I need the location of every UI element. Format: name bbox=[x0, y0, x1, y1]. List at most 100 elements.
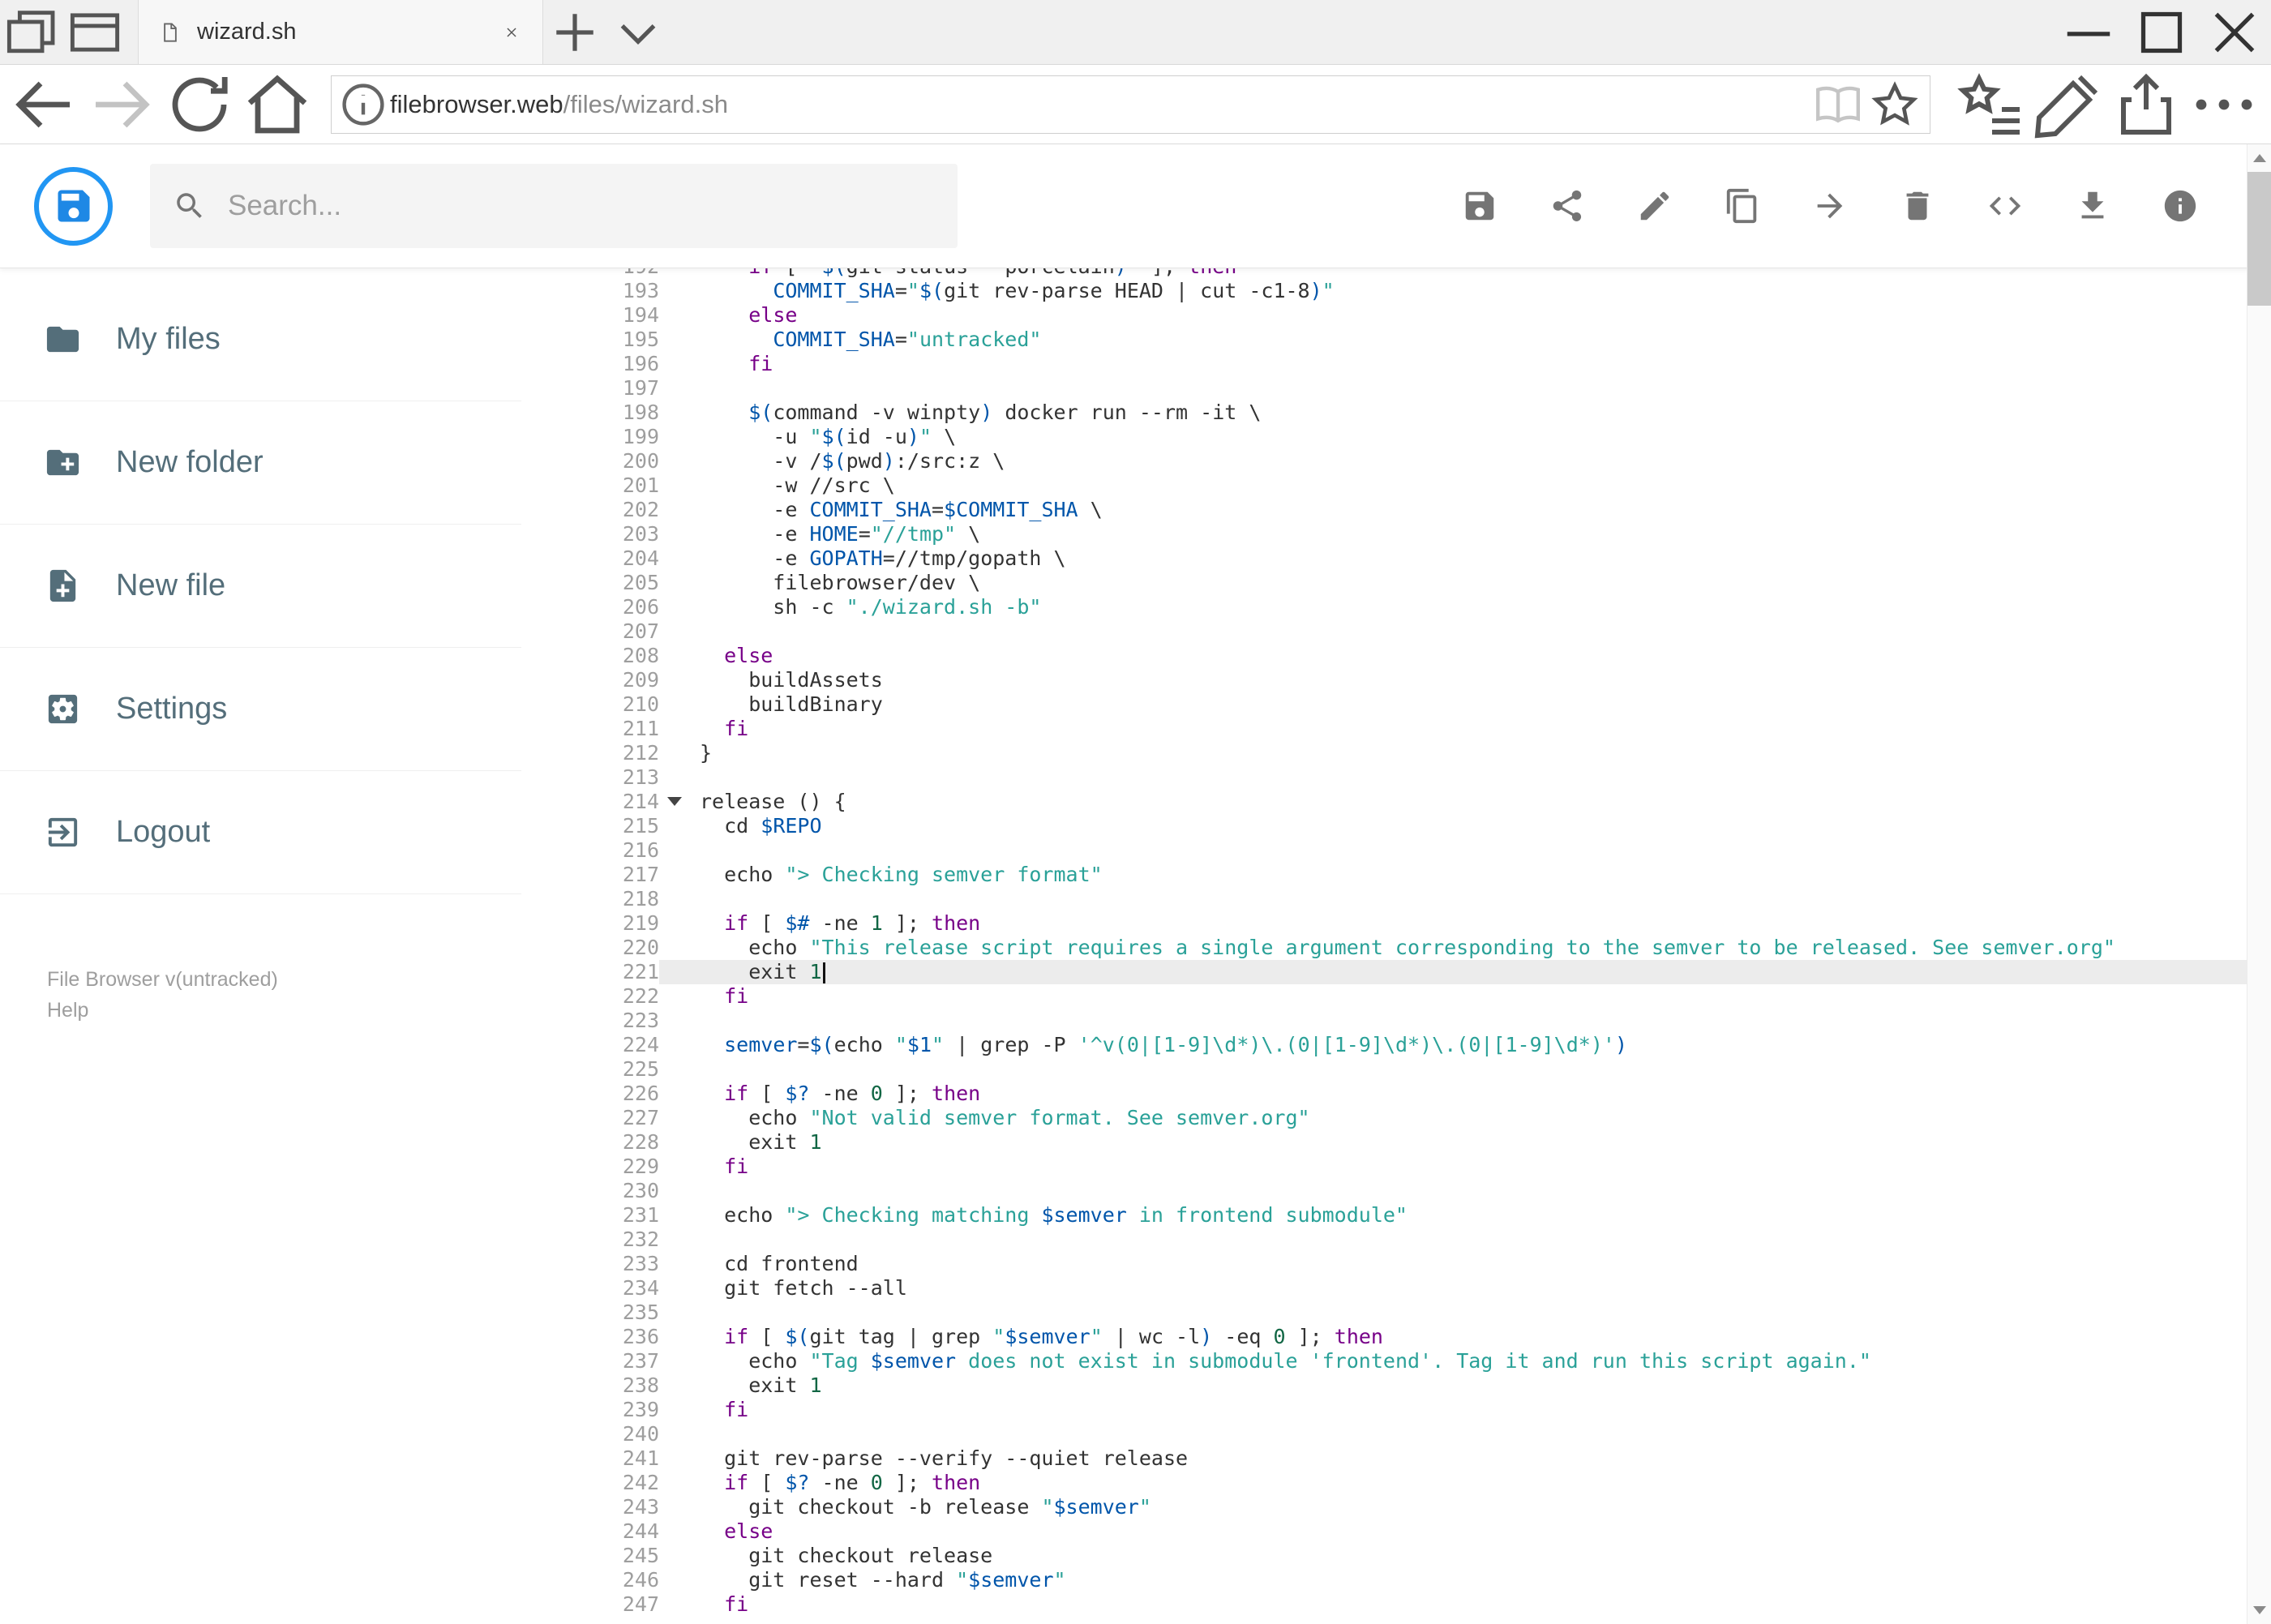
sidebar-item-logout[interactable]: Logout bbox=[0, 771, 521, 894]
code-line[interactable]: 202 -e COMMIT_SHA=$COMMIT_SHA \ bbox=[521, 498, 2271, 522]
scroll-up-arrow-icon[interactable] bbox=[2247, 144, 2271, 172]
code-line[interactable]: 208 else bbox=[521, 644, 2271, 668]
edit-button[interactable] bbox=[1635, 186, 1674, 225]
code-line[interactable]: 224 semver=$(echo "$1" | grep -P '^v(0|[… bbox=[521, 1033, 2271, 1057]
code-line[interactable]: 220 echo "This release script requires a… bbox=[521, 936, 2271, 960]
code-line[interactable]: 247 fi bbox=[521, 1592, 2271, 1617]
home-button[interactable] bbox=[238, 66, 316, 144]
new-tab-button[interactable] bbox=[543, 0, 606, 64]
code-line[interactable]: 192 if [ "$(git status --porcelain)" ]; … bbox=[521, 268, 2271, 279]
code-line[interactable]: 239 fi bbox=[521, 1398, 2271, 1422]
code-line[interactable]: 194 else bbox=[521, 303, 2271, 328]
search-box[interactable] bbox=[150, 164, 958, 248]
code-line[interactable]: 222 fi bbox=[521, 984, 2271, 1009]
copy-button[interactable] bbox=[1723, 186, 1762, 225]
code-line[interactable]: 193 COMMIT_SHA="$(git rev-parse HEAD | c… bbox=[521, 279, 2271, 303]
tab-close-button[interactable] bbox=[494, 15, 529, 50]
page-scrollbar[interactable] bbox=[2247, 144, 2271, 1624]
code-line[interactable]: 211 fi bbox=[521, 717, 2271, 741]
save-button[interactable] bbox=[1460, 186, 1499, 225]
code-line[interactable]: 207 bbox=[521, 619, 2271, 644]
code-line[interactable]: 203 -e HOME="//tmp" \ bbox=[521, 522, 2271, 546]
maximize-button[interactable] bbox=[2125, 0, 2198, 64]
site-info-icon[interactable] bbox=[336, 78, 390, 131]
code-line[interactable]: 200 -v /$(pwd):/src:z \ bbox=[521, 449, 2271, 473]
code-line[interactable]: 212} bbox=[521, 741, 2271, 765]
scroll-down-arrow-icon[interactable] bbox=[2247, 1596, 2271, 1624]
code-line[interactable]: 196 fi bbox=[521, 352, 2271, 376]
code-line[interactable]: 238 exit 1 bbox=[521, 1373, 2271, 1398]
scrollbar-thumb[interactable] bbox=[2247, 172, 2271, 306]
hub-favorites-button[interactable] bbox=[1952, 66, 2029, 144]
code-line[interactable]: 216 bbox=[521, 838, 2271, 863]
code-line[interactable]: 227 echo "Not valid semver format. See s… bbox=[521, 1106, 2271, 1130]
code-line[interactable]: 240 bbox=[521, 1422, 2271, 1446]
code-line[interactable]: 244 else bbox=[521, 1519, 2271, 1544]
code-line[interactable]: 226 if [ $? -ne 0 ]; then bbox=[521, 1082, 2271, 1106]
code-line[interactable]: 221 exit 1 bbox=[521, 960, 2271, 984]
code-line[interactable]: 231 echo "> Checking matching $semver in… bbox=[521, 1203, 2271, 1228]
fold-arrow-icon[interactable] bbox=[667, 797, 682, 806]
tab-preview-icon[interactable] bbox=[63, 0, 126, 64]
back-button[interactable] bbox=[5, 66, 83, 144]
code-line[interactable]: 206 sh -c "./wizard.sh -b" bbox=[521, 595, 2271, 619]
code-line[interactable]: 235 bbox=[521, 1300, 2271, 1325]
forward-button[interactable] bbox=[83, 66, 161, 144]
code-line[interactable]: 241 git rev-parse --verify --quiet relea… bbox=[521, 1446, 2271, 1471]
code-line[interactable]: 228 exit 1 bbox=[521, 1130, 2271, 1155]
sidebar-item-settings[interactable]: Settings bbox=[0, 648, 521, 771]
code-line[interactable]: 197 bbox=[521, 376, 2271, 401]
code-line[interactable]: 230 bbox=[521, 1179, 2271, 1203]
settings-menu-button[interactable] bbox=[2185, 66, 2263, 144]
raw-view-button[interactable] bbox=[1986, 186, 2025, 225]
refresh-button[interactable] bbox=[161, 66, 238, 144]
code-line[interactable]: 209 buildAssets bbox=[521, 668, 2271, 692]
code-line[interactable]: 201 -w //src \ bbox=[521, 473, 2271, 498]
set-tabs-aside-icon[interactable] bbox=[0, 0, 63, 64]
code-line[interactable]: 233 cd frontend bbox=[521, 1252, 2271, 1276]
code-line[interactable]: 213 bbox=[521, 765, 2271, 790]
code-line[interactable]: 237 echo "Tag $semver does not exist in … bbox=[521, 1349, 2271, 1373]
code-line[interactable]: 225 bbox=[521, 1057, 2271, 1082]
code-line[interactable]: 242 if [ $? -ne 0 ]; then bbox=[521, 1471, 2271, 1495]
share-button[interactable] bbox=[2107, 66, 2185, 144]
share-button[interactable] bbox=[1548, 186, 1587, 225]
web-notes-button[interactable] bbox=[2029, 66, 2107, 144]
favorite-star-button[interactable] bbox=[1866, 78, 1923, 131]
delete-button[interactable] bbox=[1898, 186, 1937, 225]
code-line[interactable]: 215 cd $REPO bbox=[521, 814, 2271, 838]
sidebar-item-my-files[interactable]: My files bbox=[0, 278, 521, 401]
code-editor[interactable]: 192 if [ "$(git status --porcelain)" ]; … bbox=[521, 268, 2271, 1624]
search-input[interactable] bbox=[228, 190, 935, 222]
code-line[interactable]: 199 -u "$(id -u)" \ bbox=[521, 425, 2271, 449]
code-line[interactable]: 204 -e GOPATH=//tmp/gopath \ bbox=[521, 546, 2271, 571]
browser-tab[interactable]: wizard.sh bbox=[138, 0, 543, 64]
info-button[interactable] bbox=[2161, 186, 2200, 225]
code-line[interactable]: 219 if [ $# -ne 1 ]; then bbox=[521, 911, 2271, 936]
code-line[interactable]: 246 git reset --hard "$semver" bbox=[521, 1568, 2271, 1592]
code-line[interactable]: 229 fi bbox=[521, 1155, 2271, 1179]
code-line[interactable]: 232 bbox=[521, 1228, 2271, 1252]
sidebar-item-new-folder[interactable]: New folder bbox=[0, 401, 521, 525]
code-line[interactable]: 245 git checkout release bbox=[521, 1544, 2271, 1568]
code-line[interactable]: 214 release () { bbox=[521, 790, 2271, 814]
download-button[interactable] bbox=[2073, 186, 2112, 225]
close-button[interactable] bbox=[2198, 0, 2271, 64]
code-line[interactable]: 218 bbox=[521, 887, 2271, 911]
code-line[interactable]: 243 git checkout -b release "$semver" bbox=[521, 1495, 2271, 1519]
address-bar[interactable]: filebrowser.web/files/wizard.sh bbox=[331, 75, 1930, 134]
code-line[interactable]: 198 $(command -v winpty) docker run --rm… bbox=[521, 401, 2271, 425]
minimize-button[interactable] bbox=[2052, 0, 2125, 64]
code-line[interactable]: 195 COMMIT_SHA="untracked" bbox=[521, 328, 2271, 352]
code-line[interactable]: 210 buildBinary bbox=[521, 692, 2271, 717]
code-line[interactable]: 234 git fetch --all bbox=[521, 1276, 2271, 1300]
code-line[interactable]: 205 filebrowser/dev \ bbox=[521, 571, 2271, 595]
code-line[interactable]: 236 if [ $(git tag | grep "$semver" | wc… bbox=[521, 1325, 2271, 1349]
file-browser-logo[interactable] bbox=[34, 166, 113, 246]
reading-view-button[interactable] bbox=[1810, 78, 1866, 131]
sidebar-item-new-file[interactable]: New file bbox=[0, 525, 521, 648]
code-line[interactable]: 217 echo "> Checking semver format" bbox=[521, 863, 2271, 887]
code-line[interactable]: 223 bbox=[521, 1009, 2271, 1033]
help-link[interactable]: Help bbox=[47, 995, 88, 1026]
move-button[interactable] bbox=[1810, 186, 1849, 225]
